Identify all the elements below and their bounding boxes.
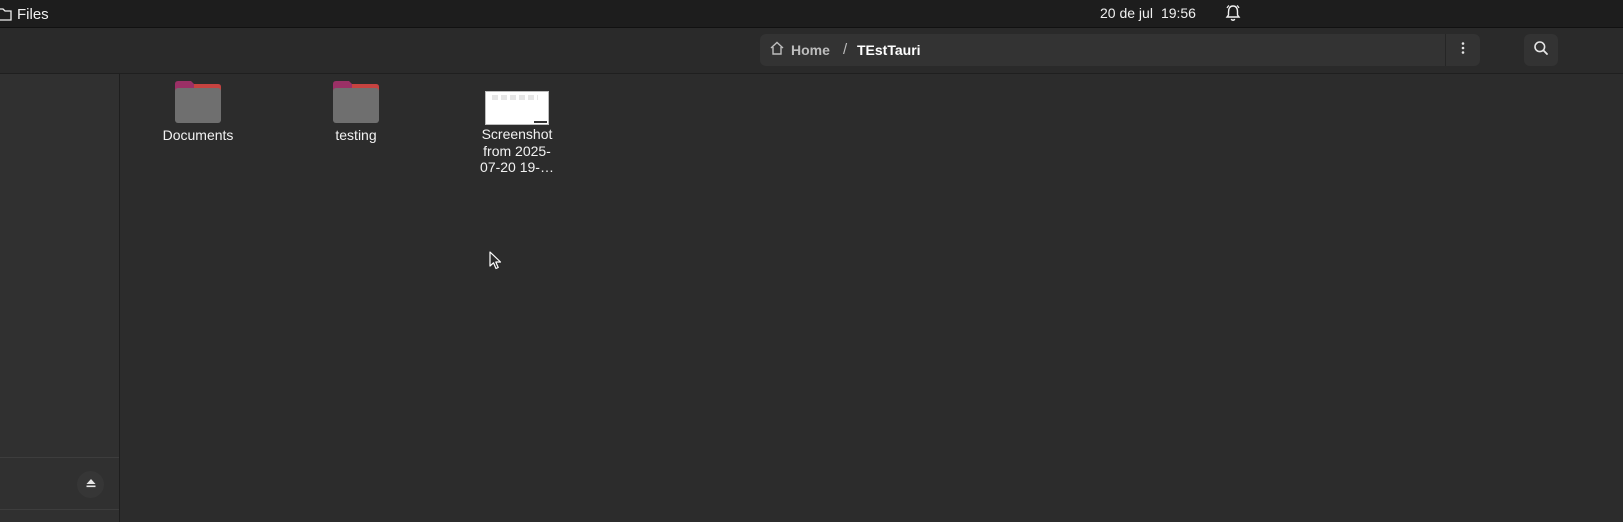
breadcrumb-separator: / xyxy=(843,41,848,58)
app-menu-files[interactable]: Files xyxy=(0,4,49,24)
file-item-screenshot[interactable]: Screenshot from 2025- 07-20 19-… xyxy=(462,74,572,176)
image-thumbnail xyxy=(485,91,549,125)
breadcrumb-home-label: Home xyxy=(791,42,830,58)
header-bar: Home / TEstTauri xyxy=(0,28,1623,74)
sidebar xyxy=(0,74,120,522)
file-name-line: Screenshot xyxy=(481,126,553,142)
sidebar-divider xyxy=(0,457,119,458)
eject-icon xyxy=(85,476,97,494)
file-name-line: from 2025- xyxy=(483,142,551,159)
file-item-documents[interactable]: Documents xyxy=(143,80,253,144)
kebab-menu-icon xyxy=(1461,41,1465,60)
breadcrumb-current[interactable]: TEstTauri xyxy=(857,42,921,58)
clock-date: 20 de jul xyxy=(1100,5,1153,21)
clock-time: 19:56 xyxy=(1160,5,1196,21)
path-bar: Home / TEstTauri xyxy=(760,34,1480,66)
file-item-testing[interactable]: testing xyxy=(301,80,411,144)
file-name: Screenshot from 2025- 07-20 19-… xyxy=(462,126,572,176)
sidebar-divider xyxy=(0,509,119,510)
search-button[interactable] xyxy=(1524,34,1558,66)
file-grid: Documents testing Screenshot from 2025- … xyxy=(120,74,1623,522)
app-menu-label: Files xyxy=(17,5,49,23)
eject-button[interactable] xyxy=(77,471,104,498)
file-name: testing xyxy=(335,127,377,143)
file-name: Documents xyxy=(162,127,234,143)
search-icon xyxy=(1533,40,1549,61)
clock[interactable]: 20 de jul 19:56 xyxy=(1100,5,1196,21)
bell-icon[interactable] xyxy=(1225,4,1241,27)
folder-icon xyxy=(175,81,221,123)
breadcrumb-home[interactable]: Home xyxy=(769,34,830,66)
file-name-line: 07-20 19-… xyxy=(480,159,554,175)
mouse-cursor-icon xyxy=(489,251,502,270)
top-bar: Files 20 de jul 19:56 xyxy=(0,0,1623,28)
files-app-icon xyxy=(0,7,12,21)
home-icon xyxy=(769,40,785,61)
path-menu-button[interactable] xyxy=(1445,34,1480,66)
folder-icon xyxy=(333,81,379,123)
